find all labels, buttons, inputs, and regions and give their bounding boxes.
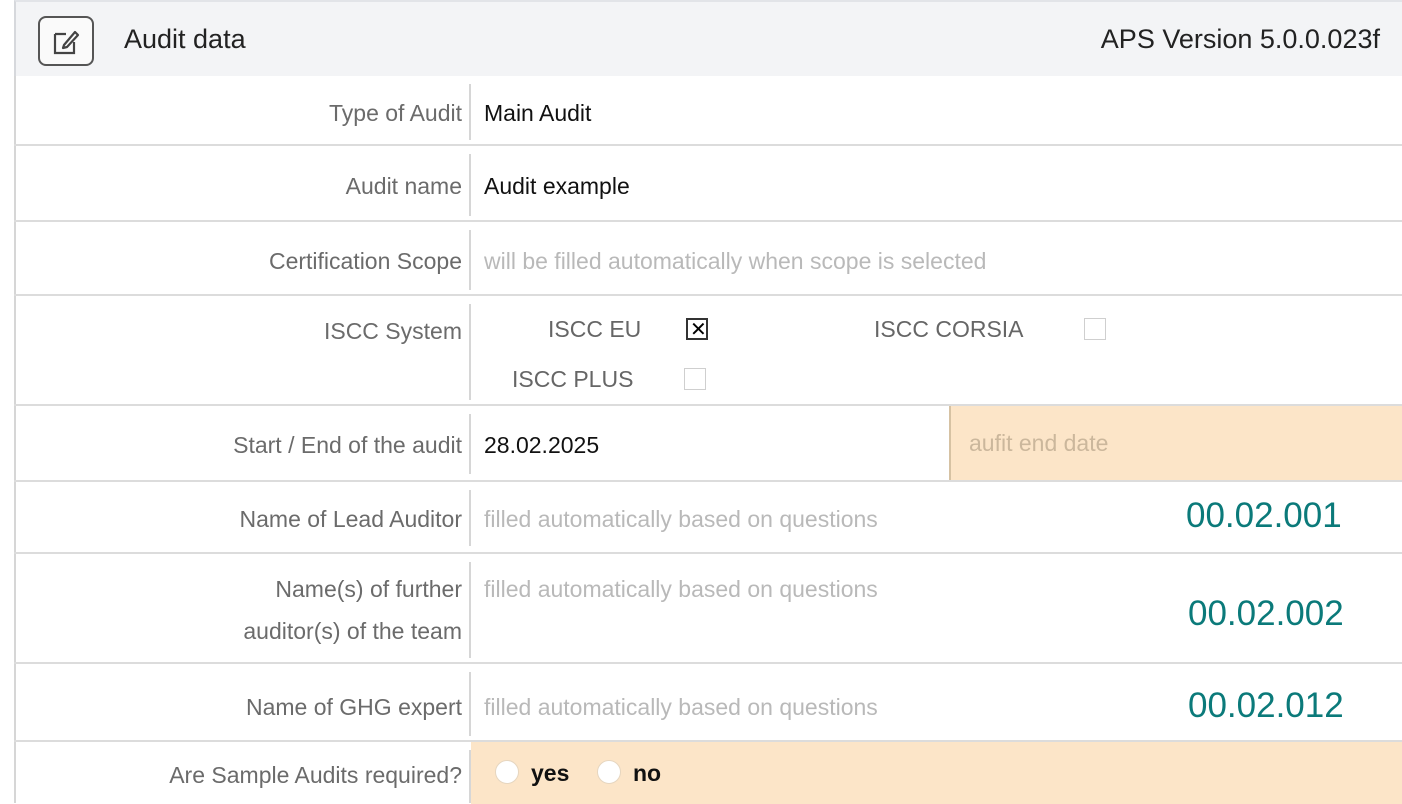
sample-audits-options: yes no [471,742,1402,804]
column-divider [469,490,471,546]
start-end-label: Start / End of the audit [233,432,462,458]
certification-scope-field[interactable]: will be filled automatically when scope … [484,248,986,275]
column-divider [469,154,471,216]
row-lead-auditor: Name of Lead Auditor filled automaticall… [14,482,1402,554]
lead-auditor-field[interactable]: filled automatically based on questions [484,506,878,533]
panel-header: Audit data APS Version 5.0.0.023f [14,0,1402,76]
end-date-placeholder: aufit end date [969,430,1109,456]
column-divider [469,84,471,140]
further-auditors-label-line1: Name(s) of further [275,576,462,602]
audit-name-label: Audit name [345,173,462,199]
column-divider [469,562,471,658]
type-of-audit-label: Type of Audit [329,100,462,126]
further-auditors-code: 00.02.002 [1188,594,1344,633]
ghg-expert-code: 00.02.012 [1188,686,1344,725]
row-sample-audits: Are Sample Audits required? yes no [14,742,1402,804]
certification-scope-label: Certification Scope [268,248,462,274]
iscc-corsia-checkbox[interactable] [1084,318,1106,340]
sample-audits-yes-label[interactable]: yes [531,760,569,787]
iscc-plus-checkbox[interactable] [684,368,706,390]
column-divider [469,230,471,290]
row-certification-scope: Certification Scope will be filled autom… [14,222,1402,296]
sample-audits-yes-radio[interactable] [495,760,519,784]
column-divider [469,304,471,400]
audit-data-panel: Audit data APS Version 5.0.0.023f Type o… [14,0,1402,804]
start-date-field[interactable]: 28.02.2025 [484,432,599,459]
ghg-expert-field[interactable]: filled automatically based on questions [484,694,878,721]
audit-name-field[interactable]: Audit example [484,173,630,200]
panel-title: Audit data [124,24,246,54]
sample-audits-label: Are Sample Audits required? [169,762,462,788]
edit-button[interactable] [38,16,94,66]
row-type-of-audit: Type of Audit Main Audit [14,76,1402,146]
end-date-field[interactable]: aufit end date [949,406,1402,480]
type-of-audit-value[interactable]: Main Audit [484,100,591,127]
row-start-end: Start / End of the audit 28.02.2025 aufi… [14,406,1402,482]
version-label: APS Version 5.0.0.023f [1100,24,1380,54]
edit-icon [53,30,80,55]
iscc-eu-label: ISCC EU [548,316,642,342]
lead-auditor-label: Name of Lead Auditor [239,506,462,532]
column-divider [469,672,471,736]
ghg-expert-label: Name of GHG expert [245,694,462,720]
row-audit-name: Audit name Audit example [14,146,1402,222]
sample-audits-no-radio[interactable] [597,760,621,784]
column-divider [469,414,471,474]
row-ghg-expert: Name of GHG expert filled automatically … [14,664,1402,742]
row-iscc-system: ISCC System ISCC EU ISCC CORSIA ISCC PLU… [14,296,1402,406]
lead-auditor-code: 00.02.001 [1186,496,1342,535]
iscc-eu-checkbox[interactable] [686,317,708,342]
sample-audits-no-label[interactable]: no [633,760,661,787]
row-further-auditors: Name(s) of further auditor(s) of the tea… [14,554,1402,664]
further-auditors-label-line2: auditor(s) of the team [243,618,462,644]
iscc-plus-label: ISCC PLUS [512,366,634,392]
iscc-system-label: ISCC System [323,318,462,344]
further-auditors-field[interactable]: filled automatically based on questions [484,576,878,603]
iscc-corsia-label: ISCC CORSIA [874,316,1024,342]
